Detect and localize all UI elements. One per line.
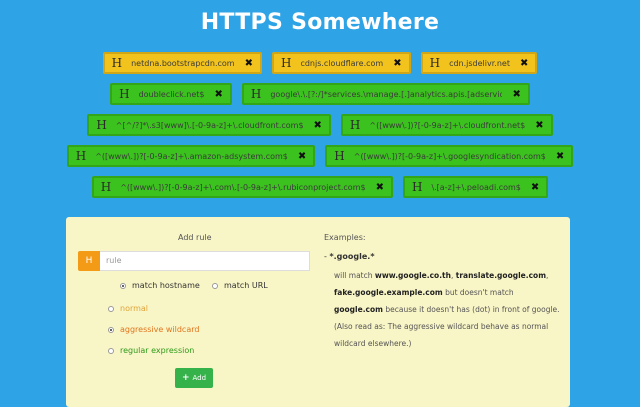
https-icon: H	[280, 56, 292, 70]
app-title: HTTPS Somewhere	[200, 10, 440, 35]
radio-button[interactable]	[108, 305, 114, 312]
rule-tag[interactable]: Hnetdna.bootstrapcdn.com ✖	[102, 52, 262, 74]
remove-icon[interactable]: ✖	[298, 151, 306, 162]
rule-tag[interactable]: Hdoubleclick.net$ ✖	[110, 83, 232, 105]
examples-heading: Examples:	[324, 233, 366, 242]
rule-tag[interactable]: H ^[^/?]*\.s3[www]\.[-0-9a-z]+\.cloudfron…	[87, 114, 331, 136]
rule-tag[interactable]: H ^([www\.])?[-0-9a-z]+\.googlesyndicatio…	[325, 145, 574, 167]
https-icon: H	[111, 56, 123, 70]
remove-icon[interactable]: ✖	[531, 182, 539, 193]
rule-input[interactable]: rule	[100, 251, 310, 271]
https-icon: H	[75, 149, 87, 163]
https-icon: H	[349, 118, 361, 132]
remove-icon[interactable]: ✖	[376, 182, 384, 193]
match-hostname-option[interactable]: match hostname	[120, 281, 200, 290]
rule-tag[interactable]: H \.[a-z]+\.peloadi.com$ ✖	[402, 176, 549, 198]
https-icon: H	[119, 87, 130, 101]
remove-icon[interactable]: ✖	[393, 58, 401, 69]
radio-button[interactable]	[120, 282, 126, 289]
rule-tag[interactable]: H ^([www\.])?[-0-9a-z]+\.amazon-adsystem.…	[66, 145, 316, 167]
add-button[interactable]: + Add	[175, 368, 213, 388]
https-icon: H	[78, 251, 100, 271]
remove-icon[interactable]: ✖	[520, 58, 528, 69]
https-icon: H	[96, 118, 107, 132]
rule-tag[interactable]: H ^([www\.])?[-0-9a-z]+\.cloudfront.net$ ✖	[340, 114, 553, 136]
remove-icon[interactable]: ✖	[556, 151, 564, 162]
match-url-option[interactable]: match URL	[212, 281, 268, 290]
plus-icon: +	[181, 373, 190, 383]
radio-button[interactable]	[212, 282, 218, 289]
rule-tag[interactable]: Hcdn.jsdelivr.net ✖	[420, 52, 538, 74]
remove-icon[interactable]: ✖	[535, 120, 543, 131]
remove-icon[interactable]: ✖	[512, 89, 520, 100]
add-rule-panel: Add rule Examples: H rule match hostname…	[66, 217, 570, 407]
aggressive-wildcard-option[interactable]: aggressive wildcard	[108, 325, 199, 334]
normal-option[interactable]: normal	[108, 304, 148, 313]
add-rule-heading: Add rule	[178, 233, 212, 242]
example-pattern: - *.google.*	[324, 252, 375, 261]
rule-input-group: H rule	[78, 251, 310, 271]
https-icon: H	[250, 87, 262, 101]
remove-icon[interactable]: ✖	[245, 58, 253, 69]
regular-expression-option[interactable]: regular expression	[108, 346, 194, 355]
rule-tag[interactable]: Hcdnjs.cloudflare.com ✖	[271, 52, 411, 74]
https-icon: H	[334, 149, 345, 163]
remove-icon[interactable]: ✖	[214, 89, 222, 100]
remove-icon[interactable]: ✖	[314, 120, 322, 131]
rule-tag[interactable]: Hgoogle\.\.[?:/]*services.\manage.[.]ana…	[241, 83, 530, 105]
https-icon: H	[100, 180, 112, 194]
https-icon: H	[411, 180, 423, 194]
https-icon: H	[429, 56, 441, 70]
rules-tag-list: Hnetdna.bootstrapcdn.com ✖ Hcdnjs.cloudfl…	[0, 52, 640, 207]
rule-tag[interactable]: H ^([www\.])?[-0-9a-z]+\.com\.[-0-9a-z]+\…	[91, 176, 393, 198]
radio-button[interactable]	[108, 347, 114, 354]
radio-button[interactable]	[108, 326, 114, 333]
example-description: will match www.google.co.th, translate.g…	[334, 271, 560, 348]
